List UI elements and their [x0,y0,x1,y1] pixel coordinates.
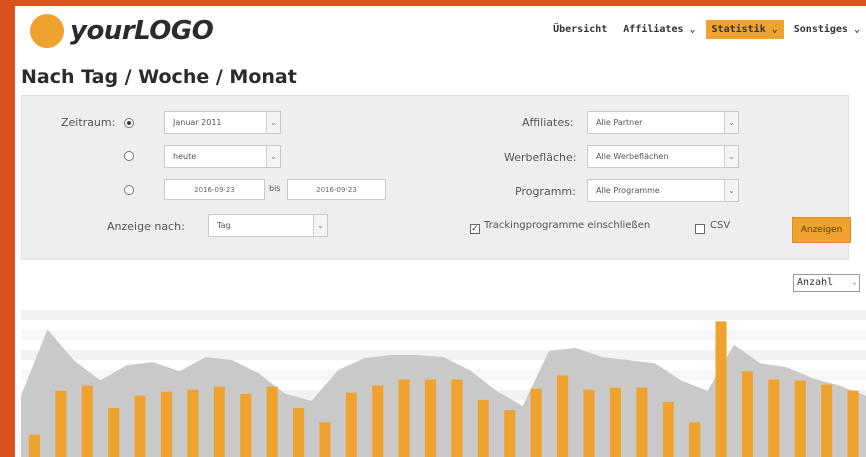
radio-day[interactable] [124,151,134,161]
anzeigen-button[interactable]: Anzeigen [792,217,851,243]
bar [715,321,727,457]
anzeige-label: Anzeige nach: [107,220,185,233]
bar [161,391,173,457]
bar [319,422,331,457]
bar [609,387,621,457]
bar [134,395,146,457]
logo[interactable]: yourLOGO [30,14,214,48]
bar [847,390,859,457]
chevron-down-icon: ⌄ [852,277,857,286]
bar [821,384,833,457]
bar [768,379,780,457]
month-select[interactable]: Januar 2011 ⌄ [164,111,281,134]
bar [187,389,199,457]
tracking-checkbox[interactable]: ✓ [470,224,480,234]
bar [345,392,357,457]
day-select[interactable]: heute ⌄ [164,145,281,168]
bar [689,422,701,457]
nav-sonstiges[interactable]: Sonstiges ⌄ [788,20,866,39]
bar [28,434,40,457]
radio-month[interactable] [124,118,134,128]
grid-band [21,330,866,340]
chevron-down-icon: ⌄ [313,215,327,236]
bar [741,371,753,457]
chevron-down-icon: ⌄ [266,146,280,167]
nav-uebersicht[interactable]: Übersicht [547,20,613,39]
date-from-input[interactable]: 2016-09-23 [164,179,265,200]
programm-label: Programm: [515,185,576,198]
nav-affiliates[interactable]: Affiliates ⌄ [617,20,701,39]
logo-text: yourLOGO [70,16,214,46]
bar [477,399,489,457]
zeitraum-label: Zeitraum: [61,116,116,129]
affiliates-select-value: Alle Partner [596,118,643,127]
bar [108,408,120,457]
chevron-down-icon: ⌄ [724,112,738,133]
bar [662,401,674,457]
csv-label: CSV [710,220,731,231]
page-title: Nach Tag / Woche / Monat [21,66,297,88]
werbeflaeche-label: Werbefläche: [504,151,577,164]
anzeige-select[interactable]: Tag ⌄ [208,214,328,237]
bar [451,379,463,457]
bar [530,388,542,457]
metric-select-value: Anzahl [797,277,834,288]
main-nav: Übersicht Affiliates ⌄ Statistik ⌄ Sonst… [543,20,866,39]
app-frame: yourLOGO Übersicht Affiliates ⌄ Statisti… [15,6,866,457]
month-select-value: Januar 2011 [173,118,222,127]
programm-select[interactable]: Alle Programme ⌄ [587,179,739,202]
chevron-down-icon: ⌄ [724,180,738,201]
date-to-input[interactable]: 2016-09-23 [287,179,386,200]
werbeflaeche-select-value: Alle Werbeflächen [596,152,669,161]
tracking-label: Trackingprogramme einschließen [484,220,651,231]
metric-select[interactable]: Anzahl ⌄ [793,274,860,292]
bis-label: bis [269,184,281,193]
bar [425,379,437,457]
filter-panel: Zeitraum: Januar 2011 ⌄ heute ⌄ 2016-09-… [21,95,851,260]
csv-checkbox[interactable] [695,224,705,234]
bar [293,408,305,457]
nav-statistik[interactable]: Statistik ⌄ [705,20,784,39]
stats-chart [21,310,866,457]
anzeige-select-value: Tag [217,221,231,230]
bar [213,386,225,457]
bar [266,386,278,457]
bar [372,385,384,457]
radio-range[interactable] [124,185,134,195]
affiliates-label: Affiliates: [522,116,574,129]
bar [636,387,648,457]
bar [583,389,595,457]
day-select-value: heute [173,152,197,161]
logo-circle-icon [30,14,64,48]
bar [557,375,569,457]
chevron-down-icon: ⌄ [266,112,280,133]
area-series [21,329,866,457]
bar [81,385,93,457]
chevron-down-icon: ⌄ [724,146,738,167]
programm-select-value: Alle Programme [596,186,660,195]
werbeflaeche-select[interactable]: Alle Werbeflächen ⌄ [587,145,739,168]
bar [794,380,806,457]
bar [504,410,516,457]
affiliates-select[interactable]: Alle Partner ⌄ [587,111,739,134]
bar [55,390,67,457]
bar [240,393,252,457]
bar [398,379,410,457]
grid-band [21,310,866,320]
